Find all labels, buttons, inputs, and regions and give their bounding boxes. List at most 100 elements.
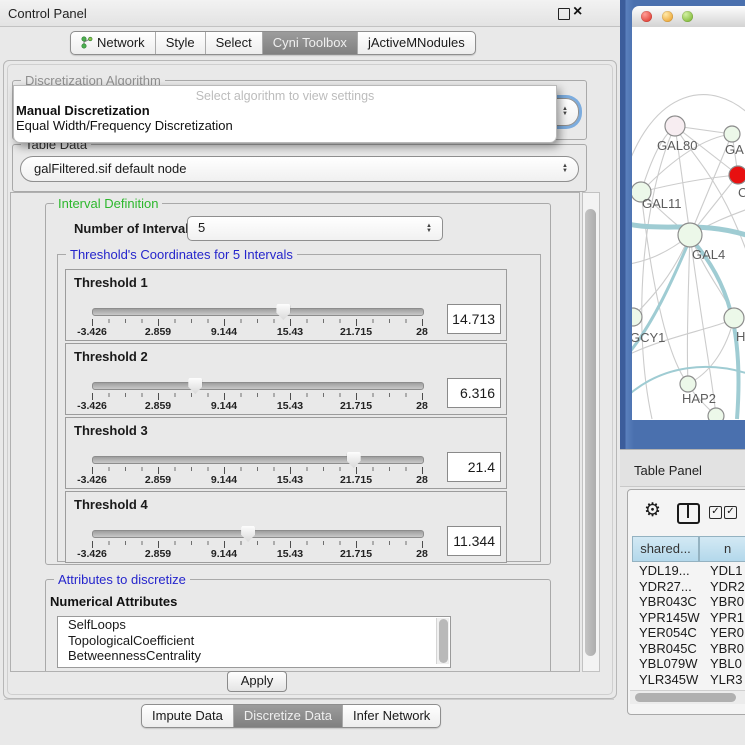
table-data-combo-value: galFiltered.sif default node	[34, 161, 186, 176]
panel-title: Control Panel	[8, 6, 87, 21]
threshold-4-slider-thumb[interactable]	[241, 526, 255, 542]
settings-vertical-scrollbar[interactable]	[582, 192, 600, 672]
number-of-intervals-label: Number of Intervals	[74, 221, 196, 236]
checkbox-icon[interactable]: ✓	[724, 506, 737, 519]
number-of-intervals-value: 5	[198, 220, 205, 235]
slider-tick-labels: -3.4262.859 9.14415.43 21.71528	[92, 400, 422, 412]
table-row[interactable]: YDR27...YDR2	[632, 579, 745, 595]
thresholds-group-title: Threshold's Coordinates for 5 Intervals	[66, 247, 297, 262]
network-node[interactable]	[632, 308, 642, 326]
number-of-intervals-combo[interactable]: 5 ▲▼	[187, 216, 443, 241]
screenshot-stage: Control Panel × Network Style Select Cyn…	[0, 0, 745, 745]
interval-definition-group: Interval Definition Number of Intervals …	[45, 203, 551, 565]
slider-tick-labels: -3.4262.859 9.14415.43 21.71528	[92, 326, 422, 338]
threshold-2-slider-thumb[interactable]	[188, 378, 202, 394]
tab-infer-network-label: Infer Network	[353, 708, 430, 723]
threshold-1-value-field[interactable]: 14.713	[447, 304, 501, 334]
tab-jactivemnodules-label: jActiveMNodules	[368, 35, 465, 50]
split-columns-icon[interactable]	[677, 503, 700, 524]
apply-button[interactable]: Apply	[227, 671, 287, 692]
list-item[interactable]: BetweennessCentrality	[58, 648, 450, 664]
network-node-label: H	[736, 329, 745, 344]
network-node-label: GCY1	[632, 330, 665, 345]
table-rows: YDL19...YDL1 YDR27...YDR2 YBR043CYBR0 YP…	[632, 563, 745, 691]
network-node[interactable]	[724, 308, 744, 328]
tab-select-label: Select	[216, 35, 252, 50]
tab-network[interactable]: Network	[71, 32, 155, 54]
float-window-icon[interactable]	[558, 8, 570, 20]
popup-item-manual-discretization[interactable]: Manual Discretization	[14, 103, 556, 118]
table-row[interactable]: YBL079WYBL0	[632, 656, 745, 672]
network-view: GAL80GACGAL11GAL4GCY1HHAP2	[632, 27, 745, 420]
tab-select[interactable]: Select	[205, 32, 262, 54]
table-row[interactable]: YER054CYER0	[632, 625, 745, 641]
tab-network-label: Network	[97, 35, 145, 50]
divider	[4, 699, 614, 700]
table-data-combo[interactable]: galFiltered.sif default node ▲▼	[20, 156, 579, 182]
tab-jactivemnodules[interactable]: jActiveMNodules	[357, 32, 475, 54]
attributes-group-title: Attributes to discretize	[54, 572, 190, 587]
network-window-frame: GAL80GACGAL11GAL4GCY1HHAP2	[620, 0, 745, 449]
threshold-3-slider-thumb[interactable]	[347, 452, 361, 468]
threshold-4-slider[interactable]	[92, 530, 424, 538]
tab-infer-network[interactable]: Infer Network	[342, 705, 440, 727]
list-scrollbar[interactable]	[436, 618, 449, 664]
close-traffic-light[interactable]	[641, 11, 652, 22]
network-canvas[interactable]: GAL80GACGAL11GAL4GCY1HHAP2	[632, 27, 745, 420]
network-window-titlebar[interactable]	[632, 6, 745, 28]
network-node[interactable]	[665, 116, 685, 136]
slider-tick-labels: -3.4262.859 9.14415.43 21.71528	[92, 548, 422, 560]
table-row[interactable]: YPR145WYPR1	[632, 610, 745, 626]
algorithm-dropdown-popup: Select algorithm to view settings Manual…	[13, 85, 557, 143]
list-item[interactable]: SelfLoops	[58, 617, 450, 633]
numerical-attributes-list: SelfLoops TopologicalCoefficient Between…	[57, 616, 451, 668]
tab-style-label: Style	[166, 35, 195, 50]
network-node[interactable]	[678, 223, 702, 247]
column-header-name[interactable]: n	[699, 536, 745, 562]
threshold-3-label: Threshold 3	[74, 423, 148, 438]
table-row[interactable]: YLR345WYLR3	[632, 672, 745, 688]
checkbox-icon[interactable]: ✓	[709, 506, 722, 519]
threshold-4-panel: Threshold 4 -3.4262.859 9.14415.43 21.71…	[65, 491, 507, 563]
tab-impute-data-label: Impute Data	[152, 708, 223, 723]
threshold-3-value-field[interactable]: 21.4	[447, 452, 501, 482]
minimize-traffic-light[interactable]	[662, 11, 673, 22]
threshold-1-label: Threshold 1	[74, 275, 148, 290]
threshold-2-value-field[interactable]: 6.316	[447, 378, 501, 408]
popup-hint: Select algorithm to view settings	[14, 86, 556, 103]
gear-icon[interactable]: ⚙	[644, 499, 661, 522]
top-tab-bar: Network Style Select Cyni Toolbox jActiv…	[70, 31, 476, 55]
popup-item-equal-width-frequency[interactable]: Equal Width/Frequency Discretization	[14, 118, 556, 133]
threshold-2-slider[interactable]	[92, 382, 424, 390]
threshold-3-slider[interactable]	[92, 456, 424, 464]
close-icon[interactable]: ×	[573, 3, 582, 21]
interval-definition-title: Interval Definition	[54, 196, 162, 211]
tab-style[interactable]: Style	[155, 32, 205, 54]
tab-impute-data[interactable]: Impute Data	[142, 705, 233, 727]
tab-cyni-toolbox-label: Cyni Toolbox	[273, 35, 347, 50]
scrollbar-thumb[interactable]	[635, 693, 736, 702]
scrollbar-thumb[interactable]	[585, 209, 596, 656]
threshold-1-panel: Threshold 1 -3.4262.859 9.14415.43 21.71…	[65, 269, 507, 341]
zoom-traffic-light[interactable]	[682, 11, 693, 22]
table-row[interactable]: YBR045CYBR0	[632, 641, 745, 657]
table-horizontal-scrollbar[interactable]	[630, 690, 745, 704]
tab-discretize-data[interactable]: Discretize Data	[233, 705, 342, 727]
table-panel-header: Table Panel	[620, 449, 745, 487]
network-node[interactable]	[724, 126, 740, 142]
threshold-1-slider-thumb[interactable]	[276, 304, 290, 320]
table-row[interactable]: YBR043CYBR0	[632, 594, 745, 610]
table-panel-title: Table Panel	[634, 463, 702, 478]
threshold-1-slider[interactable]	[92, 308, 424, 316]
table-row[interactable]: YDL19...YDL1	[632, 563, 745, 579]
threshold-4-label: Threshold 4	[74, 497, 148, 512]
tab-cyni-toolbox[interactable]: Cyni Toolbox	[262, 32, 357, 54]
column-header-shared-name[interactable]: shared...	[632, 536, 699, 562]
network-node[interactable]	[729, 166, 745, 184]
network-node[interactable]	[680, 376, 696, 392]
threshold-2-label: Threshold 2	[74, 349, 148, 364]
network-node[interactable]	[708, 408, 724, 420]
threshold-4-value-field[interactable]: 11.344	[447, 526, 501, 556]
list-item[interactable]: TopologicalCoefficient	[58, 633, 450, 649]
slider-tick-labels: -3.4262.859 9.14415.43 21.71528	[92, 474, 422, 486]
